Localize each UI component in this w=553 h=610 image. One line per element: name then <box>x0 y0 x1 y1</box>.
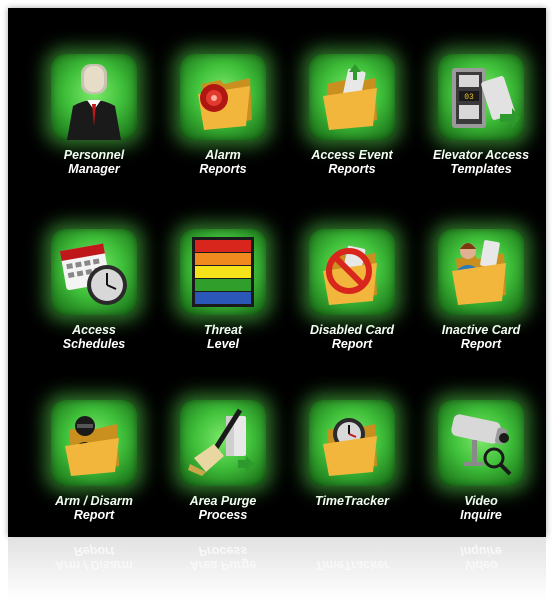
tile-label-line1: Video <box>464 494 498 508</box>
reflection-label-timetracker: TimeTracker <box>292 558 412 572</box>
reflection-label-line2: Inquire <box>460 544 502 558</box>
tile-access-schedules[interactable]: Access Schedules <box>34 229 154 351</box>
elevator-icon: 03 <box>438 54 524 140</box>
tile-inactive-card-report[interactable]: Inactive Card Report <box>421 229 541 351</box>
reflection-label-video-inquire: Video Inquire <box>421 544 541 572</box>
tile-video-inquire[interactable]: Video Inquire <box>421 400 541 522</box>
reflection-label-line1: Area Purge <box>189 558 257 572</box>
tile-label-line1: Arm / Disarm <box>55 494 133 508</box>
reflection-strip: Arm / Disarm Report Area Purge Process Tim… <box>8 538 546 610</box>
tile-label-line1: Elevator Access <box>432 148 530 162</box>
tile-personnel-manager[interactable]: Personnel Manager <box>34 54 154 176</box>
tile-area-purge-process[interactable]: Area Purge Process <box>163 400 283 522</box>
video-camera-icon <box>438 400 524 486</box>
tile-label-line2: Level <box>207 337 239 351</box>
reflection-label-line1: TimeTracker <box>315 558 389 572</box>
tile-label-line2: Schedules <box>62 337 126 351</box>
tile-label-line1: Personnel <box>63 148 125 162</box>
tile-arm-disarm-report[interactable]: Arm / Disarm Report <box>34 400 154 522</box>
tile-label-line2: Reports <box>199 162 247 176</box>
svg-text:03: 03 <box>464 93 474 102</box>
tile-label-line2: Report <box>460 337 502 351</box>
tile-threat-level[interactable]: Threat Level <box>163 229 283 351</box>
tile-label-line2: Reports <box>328 162 376 176</box>
tile-label-line1: Access <box>72 323 116 337</box>
tile-label-line2: Inquire <box>460 508 502 522</box>
tile-label-line1: Inactive Card <box>441 323 521 337</box>
menu-panel: Personnel Manager Alarm Reports Access Eve… <box>8 8 546 537</box>
tile-label-line1: Access Event <box>311 148 393 162</box>
tile-label-line1: Disabled Card <box>309 323 395 337</box>
tile-label-line2: Report <box>73 508 115 522</box>
tile-label-line2: Process <box>198 508 248 522</box>
tile-label-line1: Alarm <box>205 148 241 162</box>
tile-label-line1: Threat <box>203 323 243 337</box>
alarm-folder-icon <box>180 54 266 140</box>
reflection-label-line2: Report <box>73 544 115 558</box>
reflection-label-line2: Process <box>198 544 248 558</box>
reflection-label-area-purge: Area Purge Process <box>163 544 283 572</box>
tile-elevator-access-templates[interactable]: 03 Elevator Access Templates <box>421 54 541 176</box>
tile-label-line2: Manager <box>68 162 120 176</box>
tile-label-line1: Area Purge <box>189 494 257 508</box>
reflection-label-line1: Arm / Disarm <box>55 558 133 572</box>
area-purge-icon <box>180 400 266 486</box>
personnel-icon <box>51 54 137 140</box>
tile-label-line1: TimeTracker <box>315 494 389 508</box>
threat-level-icon <box>180 229 266 315</box>
tile-alarm-reports[interactable]: Alarm Reports <box>163 54 283 176</box>
reflection-label-arm-disarm: Arm / Disarm Report <box>34 544 154 572</box>
timetracker-folder-icon <box>309 400 395 486</box>
tile-disabled-card-report[interactable]: Disabled Card Report <box>292 229 412 351</box>
tile-timetracker[interactable]: TimeTracker <box>292 400 412 508</box>
inactive-card-folder-icon <box>438 229 524 315</box>
disabled-card-folder-icon <box>309 229 395 315</box>
tile-label-line2: Templates <box>450 162 512 176</box>
calendar-clock-icon <box>51 229 137 315</box>
tile-label-line2: Report <box>331 337 373 351</box>
arm-disarm-folder-icon <box>51 400 137 486</box>
access-event-folder-icon <box>309 54 395 140</box>
reflection-label-line1: Video <box>464 558 498 572</box>
tile-access-event-reports[interactable]: Access Event Reports <box>292 54 412 176</box>
